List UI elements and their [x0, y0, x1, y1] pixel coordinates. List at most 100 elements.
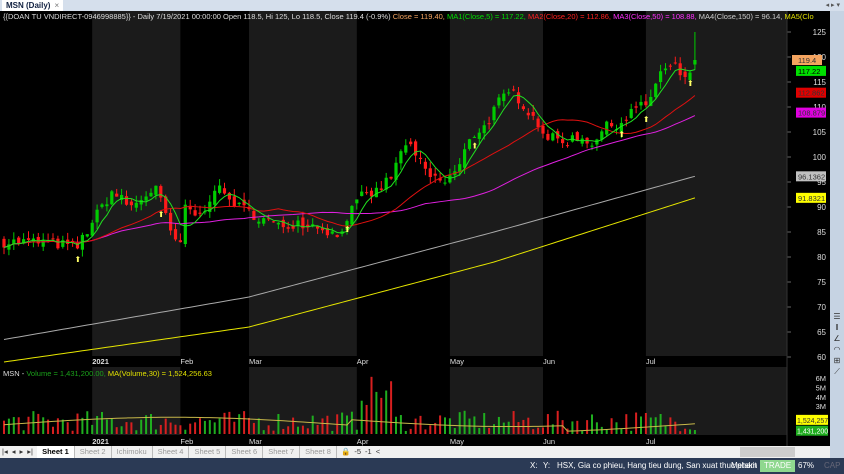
- candle: [271, 221, 276, 223]
- volume-bar: [272, 430, 275, 434]
- status-zoom: 67%: [798, 461, 815, 470]
- candle: [610, 122, 614, 127]
- volume-bar: [311, 415, 314, 434]
- date-label-May: May: [450, 357, 464, 366]
- volume-bar: [419, 415, 422, 434]
- chart-canvas[interactable]: 2021 2021 Feb Feb Mar Mar Apr Apr May May Jun Jun Ju…: [0, 11, 830, 446]
- volume-bar: [488, 427, 491, 434]
- month-band: [645, 367, 787, 435]
- candle: [575, 132, 579, 141]
- horizontal-line-icon[interactable]: ☰: [830, 311, 844, 322]
- candle: [463, 149, 467, 168]
- tab-sheet-5[interactable]: Sheet 5: [189, 446, 227, 458]
- candle: [193, 210, 197, 216]
- candle: [492, 106, 496, 121]
- candle: [629, 108, 633, 118]
- candle: [276, 222, 280, 225]
- candle: [512, 89, 516, 91]
- candle: [507, 92, 511, 94]
- trade-mode-indicator[interactable]: TRADE: [760, 460, 796, 472]
- candle: [281, 219, 285, 228]
- grid-icon[interactable]: ⊞: [830, 355, 844, 366]
- date-axis-bg: [0, 435, 787, 446]
- volume-bar: [664, 425, 667, 434]
- volume-bar: [208, 420, 211, 434]
- tab-sheet-7[interactable]: Sheet 7: [263, 446, 301, 458]
- tab-sheet-2[interactable]: Sheet 2: [75, 446, 112, 458]
- horizontal-scrollbar-thumb[interactable]: [740, 447, 795, 457]
- legend-ma5: MA5(Clo: [784, 12, 814, 21]
- tab-sheet-6[interactable]: Sheet 6: [226, 446, 264, 458]
- next-sheet-button[interactable]: ▸: [17, 446, 25, 458]
- vertical-lines-icon[interactable]: ‖: [830, 322, 844, 333]
- candle: [169, 212, 173, 231]
- candle: [565, 145, 570, 147]
- candle: [335, 234, 339, 238]
- volume-bar: [7, 418, 10, 434]
- volume-bar: [532, 429, 535, 434]
- status-x: X:: [530, 461, 538, 470]
- candle: [546, 133, 550, 140]
- last-sheet-button[interactable]: ▸|: [25, 446, 35, 458]
- candle: [237, 202, 241, 205]
- volume-bar: [693, 430, 696, 434]
- tab-sheet-8[interactable]: Sheet 8: [300, 446, 337, 458]
- volume-bar: [71, 430, 74, 434]
- volume-bar: [649, 417, 652, 434]
- close-tab-icon[interactable]: ×: [54, 1, 59, 10]
- tab-sheet-4[interactable]: Sheet 4: [153, 446, 190, 458]
- volume-bar: [257, 418, 260, 434]
- lock-icon[interactable]: 🔒: [339, 446, 352, 458]
- prev-sheet-button[interactable]: ◂: [10, 446, 18, 458]
- date-label-Apr: Apr: [357, 437, 369, 446]
- candle: [51, 238, 55, 240]
- volume-bar: [282, 428, 285, 434]
- volume-bar: [350, 411, 353, 434]
- volume-bar: [223, 412, 226, 434]
- candle: [262, 218, 266, 224]
- candle: [149, 192, 153, 197]
- date-axis-bg: [0, 356, 787, 367]
- date-label-Jun: Jun: [543, 437, 555, 446]
- volume-bar: [101, 412, 103, 434]
- candle: [639, 101, 643, 106]
- tab-msn-daily[interactable]: MSN (Daily) ×: [2, 0, 64, 11]
- legend-ma3: MA3(Close,50) = 108.88,: [613, 12, 697, 21]
- volume-bar: [194, 422, 197, 434]
- volume-tick-label: 5M: [816, 384, 826, 393]
- tab-ichimoku[interactable]: Ichimoku: [112, 446, 153, 458]
- volume-bar: [463, 410, 466, 434]
- volume-bar: [605, 429, 608, 434]
- arc-icon[interactable]: ◠: [830, 344, 844, 355]
- volume-bar: [630, 430, 633, 434]
- trendline-icon[interactable]: ∠: [830, 333, 844, 344]
- zoom-minus5-button[interactable]: -5: [352, 446, 363, 458]
- candle: [355, 199, 359, 204]
- volume-bar: [483, 413, 486, 434]
- scroll-left-button[interactable]: <: [374, 446, 382, 458]
- price-badge-label: 112.862: [798, 89, 825, 98]
- volume-bar: [341, 412, 344, 434]
- tab-sheet-1[interactable]: Sheet 1: [37, 446, 75, 458]
- tab-scroll-controls[interactable]: ◂ ▸ ▾: [826, 0, 840, 11]
- candle: [580, 138, 584, 144]
- date-label-Mar: Mar: [249, 357, 262, 366]
- candle: [433, 173, 437, 176]
- zoom-minus1-button[interactable]: -1: [363, 446, 374, 458]
- volume-bar: [591, 414, 593, 434]
- candle: [232, 196, 236, 207]
- volume-bar: [42, 417, 45, 434]
- volume-bar: [306, 428, 309, 434]
- candle: [551, 133, 555, 141]
- candle: [482, 125, 486, 134]
- volume-bar: [370, 376, 373, 434]
- candle: [423, 161, 427, 169]
- chart-area[interactable]: 2021 2021 Feb Feb Mar Mar Apr Apr May May Jun Jun Ju…: [0, 11, 830, 446]
- candle: [624, 119, 628, 121]
- candle: [502, 93, 506, 102]
- first-sheet-button[interactable]: |◂: [0, 446, 10, 458]
- fan-icon[interactable]: ⟋: [830, 366, 844, 377]
- volume-bar: [679, 431, 682, 434]
- candle: [644, 101, 648, 106]
- volume-bar: [395, 416, 397, 434]
